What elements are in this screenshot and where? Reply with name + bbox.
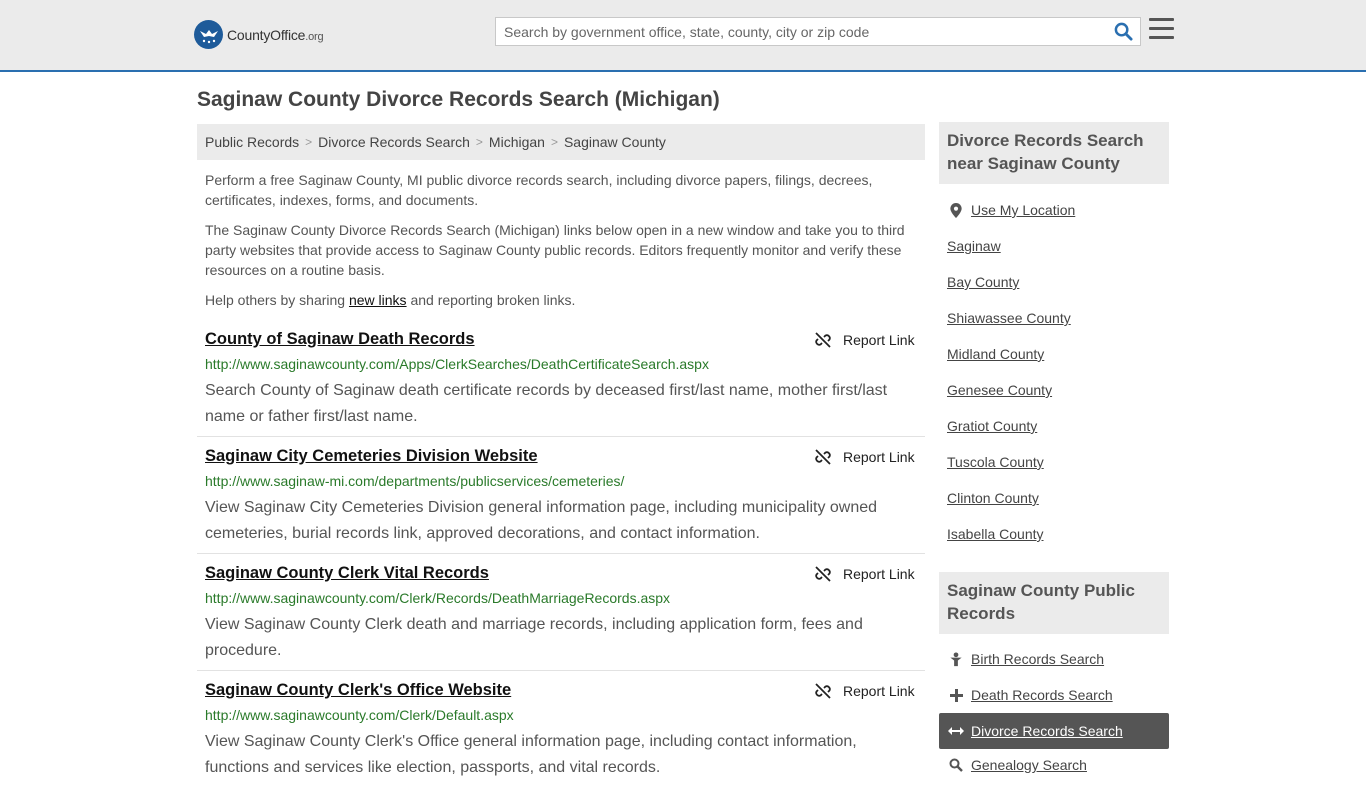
search-bar xyxy=(495,17,1141,46)
breadcrumb: Public Records > Divorce Records Search … xyxy=(197,124,925,160)
report-link-label: Report Link xyxy=(843,566,915,582)
sidebar-item-label: Genealogy Search xyxy=(971,757,1087,773)
result-item: Saginaw County Clerk Vital Records Repor… xyxy=(197,564,925,671)
nearby-link-midland-county[interactable]: Midland County xyxy=(947,346,1044,362)
breadcrumb-michigan[interactable]: Michigan xyxy=(489,134,545,150)
sidebar-item-label: Death Records Search xyxy=(971,687,1113,703)
nearby-link-saginaw[interactable]: Saginaw xyxy=(947,238,1001,254)
report-link-label: Report Link xyxy=(843,683,915,699)
breadcrumb-current: Saginaw County xyxy=(563,134,666,150)
broken-link-icon xyxy=(815,683,831,699)
result-title-link[interactable]: Saginaw City Cemeteries Division Website xyxy=(205,447,538,466)
logo-suffix: .org xyxy=(305,30,324,43)
intro-paragraph-3: Help others by sharing new links and rep… xyxy=(205,290,917,310)
search-button[interactable] xyxy=(1106,18,1140,45)
breadcrumb-divorce-records[interactable]: Divorce Records Search xyxy=(318,134,470,150)
result-item: Saginaw City Cemeteries Division Website… xyxy=(197,447,925,554)
report-link-button[interactable]: Report Link xyxy=(815,683,915,699)
search-icon xyxy=(1114,22,1133,41)
share-text-after: and reporting broken links. xyxy=(406,292,576,308)
map-marker-icon xyxy=(947,202,965,218)
logo-text: CountyOffice.org xyxy=(227,26,324,43)
sidebar-item-label: Birth Records Search xyxy=(971,651,1105,667)
report-link-button[interactable]: Report Link xyxy=(815,566,915,582)
logo-name: CountyOffice xyxy=(227,26,306,43)
report-link-button[interactable]: Report Link xyxy=(815,449,915,465)
result-description: View Saginaw County Clerk's Office gener… xyxy=(205,733,857,776)
result-item: Saginaw County Clerk's Office Website Re… xyxy=(197,681,925,788)
result-description: Search County of Saginaw death certifica… xyxy=(205,382,888,425)
nearby-link-shiawassee-county[interactable]: Shiawassee County xyxy=(947,310,1071,326)
site-logo[interactable]: CountyOffice.org xyxy=(194,20,324,49)
nearby-link-gratiot-county[interactable]: Gratiot County xyxy=(947,418,1037,434)
intro-paragraph-1: Perform a free Saginaw County, MI public… xyxy=(205,172,873,208)
page-title: Saginaw County Divorce Records Search (M… xyxy=(197,88,720,111)
nearby-link-bay-county[interactable]: Bay County xyxy=(947,274,1019,290)
broken-link-icon xyxy=(815,332,831,348)
sidebar-item-label: Divorce Records Search xyxy=(971,723,1123,739)
result-title-link[interactable]: Saginaw County Clerk's Office Website xyxy=(205,681,511,700)
report-link-button[interactable]: Report Link xyxy=(815,332,915,348)
sidebar-item-death-records[interactable]: Death Records Search xyxy=(947,687,1113,703)
broken-link-icon xyxy=(815,449,831,465)
intro-paragraph-2: The Saginaw County Divorce Records Searc… xyxy=(205,222,905,278)
breadcrumb-public-records[interactable]: Public Records xyxy=(205,134,299,150)
result-url: http://www.saginaw-mi.com/departments/pu… xyxy=(205,473,625,489)
result-title-link[interactable]: Saginaw County Clerk Vital Records xyxy=(205,564,489,583)
result-item: County of Saginaw Death Records Report L… xyxy=(197,330,925,437)
use-my-location-label: Use My Location xyxy=(971,202,1076,218)
result-description: View Saginaw County Clerk death and marr… xyxy=(205,616,863,659)
broken-link-icon xyxy=(815,566,831,582)
result-url: http://www.saginawcounty.com/Apps/ClerkS… xyxy=(205,356,709,372)
new-links-link[interactable]: new links xyxy=(349,292,407,308)
share-text-before: Help others by sharing xyxy=(205,292,349,308)
result-url: http://www.saginawcounty.com/Clerk/Recor… xyxy=(205,590,671,606)
breadcrumb-separator-icon: > xyxy=(475,135,483,149)
result-title-link[interactable]: County of Saginaw Death Records xyxy=(205,330,475,349)
use-my-location-link[interactable]: Use My Location xyxy=(947,202,1075,218)
result-description: View Saginaw City Cemeteries Division ge… xyxy=(205,499,878,542)
eagle-logo-icon xyxy=(194,20,223,49)
cross-icon xyxy=(947,688,965,702)
nearby-link-tuscola-county[interactable]: Tuscola County xyxy=(947,454,1044,470)
sidebar-item-genealogy-search[interactable]: Genealogy Search xyxy=(947,757,1087,773)
report-link-label: Report Link xyxy=(843,449,915,465)
search-input[interactable] xyxy=(496,18,1106,45)
sidebar-public-records-heading: Saginaw County Public Records xyxy=(939,572,1169,634)
nearby-link-isabella-county[interactable]: Isabella County xyxy=(947,526,1044,542)
breadcrumb-separator-icon: > xyxy=(305,135,313,149)
search-icon xyxy=(947,758,965,772)
nearby-link-clinton-county[interactable]: Clinton County xyxy=(947,490,1039,506)
report-link-label: Report Link xyxy=(843,332,915,348)
sidebar-item-divorce-records[interactable]: Divorce Records Search xyxy=(947,723,1123,739)
result-url: http://www.saginawcounty.com/Clerk/Defau… xyxy=(205,707,514,723)
split-arrows-icon xyxy=(947,726,965,736)
sidebar-item-birth-records[interactable]: Birth Records Search xyxy=(947,651,1104,667)
baby-icon xyxy=(947,651,965,667)
breadcrumb-separator-icon: > xyxy=(550,135,558,149)
hamburger-menu-icon[interactable] xyxy=(1149,18,1175,44)
sidebar-nearby-heading: Divorce Records Search near Saginaw Coun… xyxy=(939,122,1169,184)
site-header: CountyOffice.org xyxy=(0,0,1366,72)
nearby-link-genesee-county[interactable]: Genesee County xyxy=(947,382,1052,398)
